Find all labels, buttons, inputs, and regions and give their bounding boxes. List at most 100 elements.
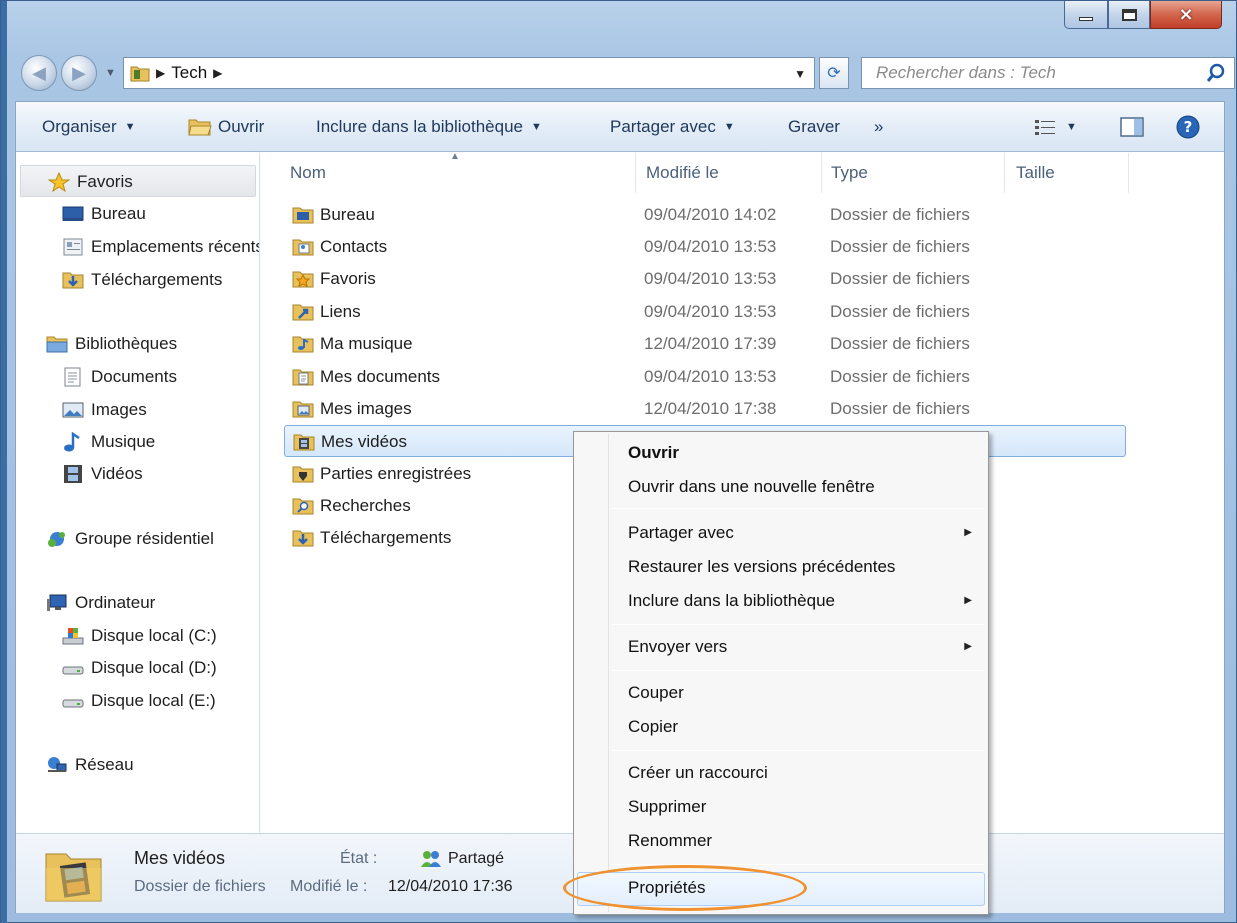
column-divider[interactable] xyxy=(635,153,636,193)
refresh-button[interactable]: ⟳ xyxy=(819,57,849,89)
open-button[interactable]: Ouvrir xyxy=(188,102,264,152)
column-header-type[interactable]: Type xyxy=(831,153,868,193)
file-type: Dossier de fichiers xyxy=(830,269,970,288)
address-dropdown-icon[interactable]: ▼ xyxy=(794,67,806,81)
column-header-modified[interactable]: Modifié le xyxy=(646,153,719,193)
svg-text:?: ? xyxy=(1184,118,1193,136)
close-button[interactable]: × xyxy=(1150,1,1222,29)
hard-drive-icon xyxy=(62,699,84,708)
chevron-down-icon: ▼ xyxy=(124,121,136,133)
nav-item-drive-d[interactable]: Disque local (D:) xyxy=(62,655,217,681)
menu-item-include-library[interactable]: Inclure dans la bibliothèque xyxy=(628,591,835,611)
nav-item-music[interactable]: Musique xyxy=(62,429,155,455)
menu-item-restore-versions[interactable]: Restaurer les versions précédentes xyxy=(628,557,895,577)
nav-item-recent[interactable]: Emplacements récents xyxy=(62,234,259,260)
column-name-label: Nom xyxy=(290,163,326,182)
nav-homegroup[interactable]: Groupe résidentiel xyxy=(46,526,214,552)
picture-icon xyxy=(62,402,84,418)
column-divider[interactable] xyxy=(1004,153,1005,193)
file-name: Parties enregistrées xyxy=(320,464,472,483)
nav-libraries[interactable]: Bibliothèques xyxy=(46,331,177,357)
nav-network[interactable]: Réseau xyxy=(46,752,134,778)
file-row[interactable]: Ma musique 12/04/2010 17:39 Dossier de f… xyxy=(284,328,1126,360)
file-name: Mes images xyxy=(320,399,412,418)
column-divider[interactable] xyxy=(1128,153,1129,193)
menu-separator xyxy=(612,670,984,671)
menu-item-share-with[interactable]: Partager avec xyxy=(628,523,734,543)
menu-separator xyxy=(612,508,984,509)
nav-favorites[interactable]: Favoris xyxy=(48,169,133,195)
minimize-icon xyxy=(1079,16,1093,21)
folder-icon xyxy=(130,66,150,82)
nav-item-label: Musique xyxy=(91,432,156,451)
file-row[interactable]: Mes images 12/04/2010 17:38 Dossier de f… xyxy=(284,393,1126,425)
minimize-button[interactable] xyxy=(1064,1,1108,29)
history-dropdown-icon[interactable]: ▼ xyxy=(105,67,116,79)
file-name: Mes documents xyxy=(320,367,440,386)
more-label: » xyxy=(874,117,884,136)
include-library-button[interactable]: Inclure dans la bibliothèque ▼ xyxy=(316,102,542,152)
back-button[interactable]: ◀ xyxy=(21,55,57,91)
organize-button[interactable]: Organiser ▼ xyxy=(42,102,136,152)
share-with-button[interactable]: Partager avec ▼ xyxy=(610,102,735,152)
desktop-icon xyxy=(62,206,84,221)
nav-item-downloads[interactable]: Téléchargements xyxy=(62,267,222,293)
burn-button[interactable]: Graver xyxy=(788,102,840,152)
file-date: 09/04/2010 13:53 xyxy=(644,367,777,386)
preview-pane-button[interactable] xyxy=(1120,102,1144,152)
file-name: Mes vidéos xyxy=(321,432,407,451)
search-input[interactable]: Rechercher dans : Tech xyxy=(861,57,1235,89)
file-type: Dossier de fichiers xyxy=(830,302,970,321)
menu-item-send-to[interactable]: Envoyer vers xyxy=(628,637,727,657)
chevron-down-icon: ▼ xyxy=(723,121,735,133)
nav-item-images[interactable]: Images xyxy=(62,397,147,423)
documents-folder-icon xyxy=(292,369,314,386)
burn-label: Graver xyxy=(788,117,840,136)
nav-item-bureau[interactable]: Bureau xyxy=(62,201,146,227)
contacts-folder-icon xyxy=(292,239,314,256)
forward-button[interactable]: ▶ xyxy=(61,55,97,91)
file-row[interactable]: Contacts 09/04/2010 13:53 Dossier de fic… xyxy=(284,231,1126,263)
view-options-button[interactable]: ▼ xyxy=(1034,102,1077,152)
breadcrumb-separator-icon[interactable]: ▶ xyxy=(213,66,222,80)
file-type: Dossier de fichiers xyxy=(830,205,970,224)
menu-item-rename[interactable]: Renommer xyxy=(628,831,712,851)
computer-icon xyxy=(47,594,67,611)
address-bar[interactable]: ▶ Tech ▶ ▼ xyxy=(123,57,815,89)
more-commands-button[interactable]: » xyxy=(874,102,883,152)
menu-item-create-shortcut[interactable]: Créer un raccourci xyxy=(628,763,768,783)
file-name: Bureau xyxy=(320,205,375,224)
menu-item-copy[interactable]: Copier xyxy=(628,717,678,737)
nav-item-videos[interactable]: Vidéos xyxy=(62,461,143,487)
help-button[interactable]: ? xyxy=(1176,102,1200,152)
search-icon[interactable] xyxy=(1206,63,1226,83)
music-note-icon xyxy=(64,432,80,452)
details-state-value: Partagé xyxy=(420,850,504,868)
share-label: Partager avec xyxy=(610,117,716,136)
maximize-button[interactable] xyxy=(1108,1,1150,29)
column-header-name[interactable]: Nom xyxy=(290,153,326,193)
file-name: Téléchargements xyxy=(320,528,452,547)
file-name: Favoris xyxy=(320,269,376,288)
column-header-size[interactable]: Taille xyxy=(1016,153,1055,193)
nav-item-documents[interactable]: Documents xyxy=(62,364,177,390)
breadcrumb-separator-icon[interactable]: ▶ xyxy=(156,66,165,80)
nav-item-drive-c[interactable]: Disque local (C:) xyxy=(62,623,217,649)
nav-item-label: Bureau xyxy=(91,204,146,223)
saved-games-folder-icon xyxy=(292,466,314,483)
file-row[interactable]: Mes documents 09/04/2010 13:53 Dossier d… xyxy=(284,361,1126,393)
menu-item-cut[interactable]: Couper xyxy=(628,683,684,703)
breadcrumb-item[interactable]: Tech xyxy=(171,63,207,83)
file-row[interactable]: Liens 09/04/2010 13:53 Dossier de fichie… xyxy=(284,296,1126,328)
file-row[interactable]: Favoris 09/04/2010 13:53 Dossier de fich… xyxy=(284,263,1126,295)
file-date: 09/04/2010 13:53 xyxy=(644,237,777,256)
close-icon: × xyxy=(1178,4,1194,25)
menu-item-open[interactable]: Ouvrir xyxy=(628,443,679,463)
nav-homegroup-label: Groupe résidentiel xyxy=(75,529,214,548)
menu-item-open-new-window[interactable]: Ouvrir dans une nouvelle fenêtre xyxy=(628,477,875,497)
menu-item-delete[interactable]: Supprimer xyxy=(628,797,706,817)
column-divider[interactable] xyxy=(821,153,822,193)
nav-computer[interactable]: Ordinateur xyxy=(46,590,155,616)
nav-item-drive-e[interactable]: Disque local (E:) xyxy=(62,688,216,714)
file-row[interactable]: Bureau 09/04/2010 14:02 Dossier de fichi… xyxy=(284,199,1126,231)
